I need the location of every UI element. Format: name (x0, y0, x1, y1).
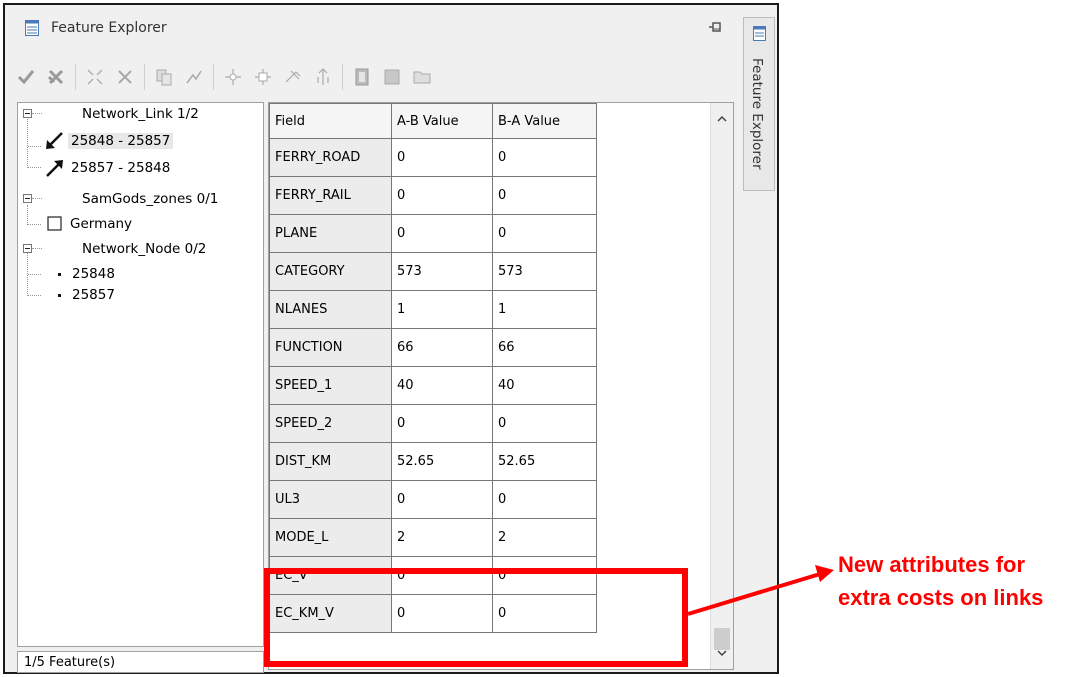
annotation-line-1: New attributes for (838, 552, 1026, 577)
annotation-line-2: extra costs on links (838, 585, 1044, 610)
annotation-text: New attributes for extra costs on links (838, 548, 1068, 614)
